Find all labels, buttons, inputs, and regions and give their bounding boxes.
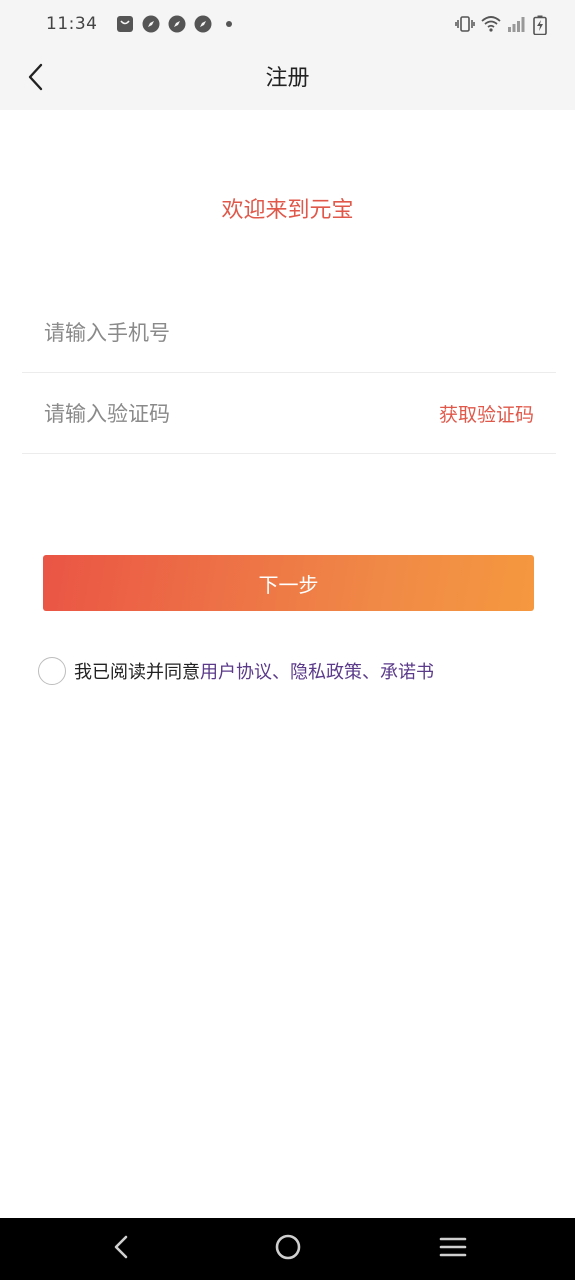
status-time: 11:34: [46, 14, 98, 34]
compass-icon: [168, 15, 186, 33]
nav-menu-button[interactable]: [435, 1231, 471, 1267]
commitment-link[interactable]: 承诺书: [380, 658, 434, 684]
privacy-policy-link[interactable]: 隐私政策: [290, 658, 362, 684]
agreement-separator: 、: [362, 662, 380, 683]
shopping-bag-icon: [116, 15, 134, 33]
user-agreement-link[interactable]: 用户协议: [200, 658, 272, 684]
code-field-row: 获取验证码: [22, 374, 556, 454]
screen: 11:34 注册 欢迎来到元宝 请输入手机号 请输入验证码 获取验证码 下一步 …: [0, 0, 575, 1280]
system-nav-bar: [0, 1218, 575, 1280]
vibrate-icon: [455, 15, 475, 33]
phone-input[interactable]: [44, 312, 534, 353]
nav-back-button[interactable]: [104, 1231, 140, 1267]
page-title: 注册: [265, 66, 310, 91]
next-button[interactable]: 下一步: [43, 555, 534, 611]
battery-charging-icon: [533, 15, 551, 36]
agreement-prefix: 我已阅读并同意: [74, 662, 200, 683]
nav-home-button[interactable]: [270, 1231, 306, 1267]
status-bar: 11:34: [0, 0, 575, 48]
status-left: 11:34: [46, 14, 232, 34]
back-triangle-icon: [111, 1234, 133, 1264]
app-bar: 注册: [0, 48, 575, 110]
get-code-button[interactable]: 获取验证码: [439, 400, 534, 427]
welcome-text: 欢迎来到元宝: [221, 198, 354, 223]
verification-code-input[interactable]: [44, 393, 439, 434]
agreement-row: 我已阅读并同意 用户协议 、 隐私政策 、 承诺书: [38, 656, 434, 686]
dot-icon: [225, 21, 232, 27]
agreement-checkbox[interactable]: [38, 657, 66, 685]
menu-lines-icon: [439, 1235, 467, 1263]
signal-icon: [507, 15, 525, 33]
phone-field-row: [22, 293, 556, 373]
compass-icon: [194, 15, 212, 33]
home-circle-icon: [274, 1233, 302, 1265]
compass-icon: [142, 15, 160, 33]
agreement-separator: 、: [272, 662, 290, 683]
status-right: [455, 15, 551, 36]
wifi-icon: [481, 15, 501, 33]
